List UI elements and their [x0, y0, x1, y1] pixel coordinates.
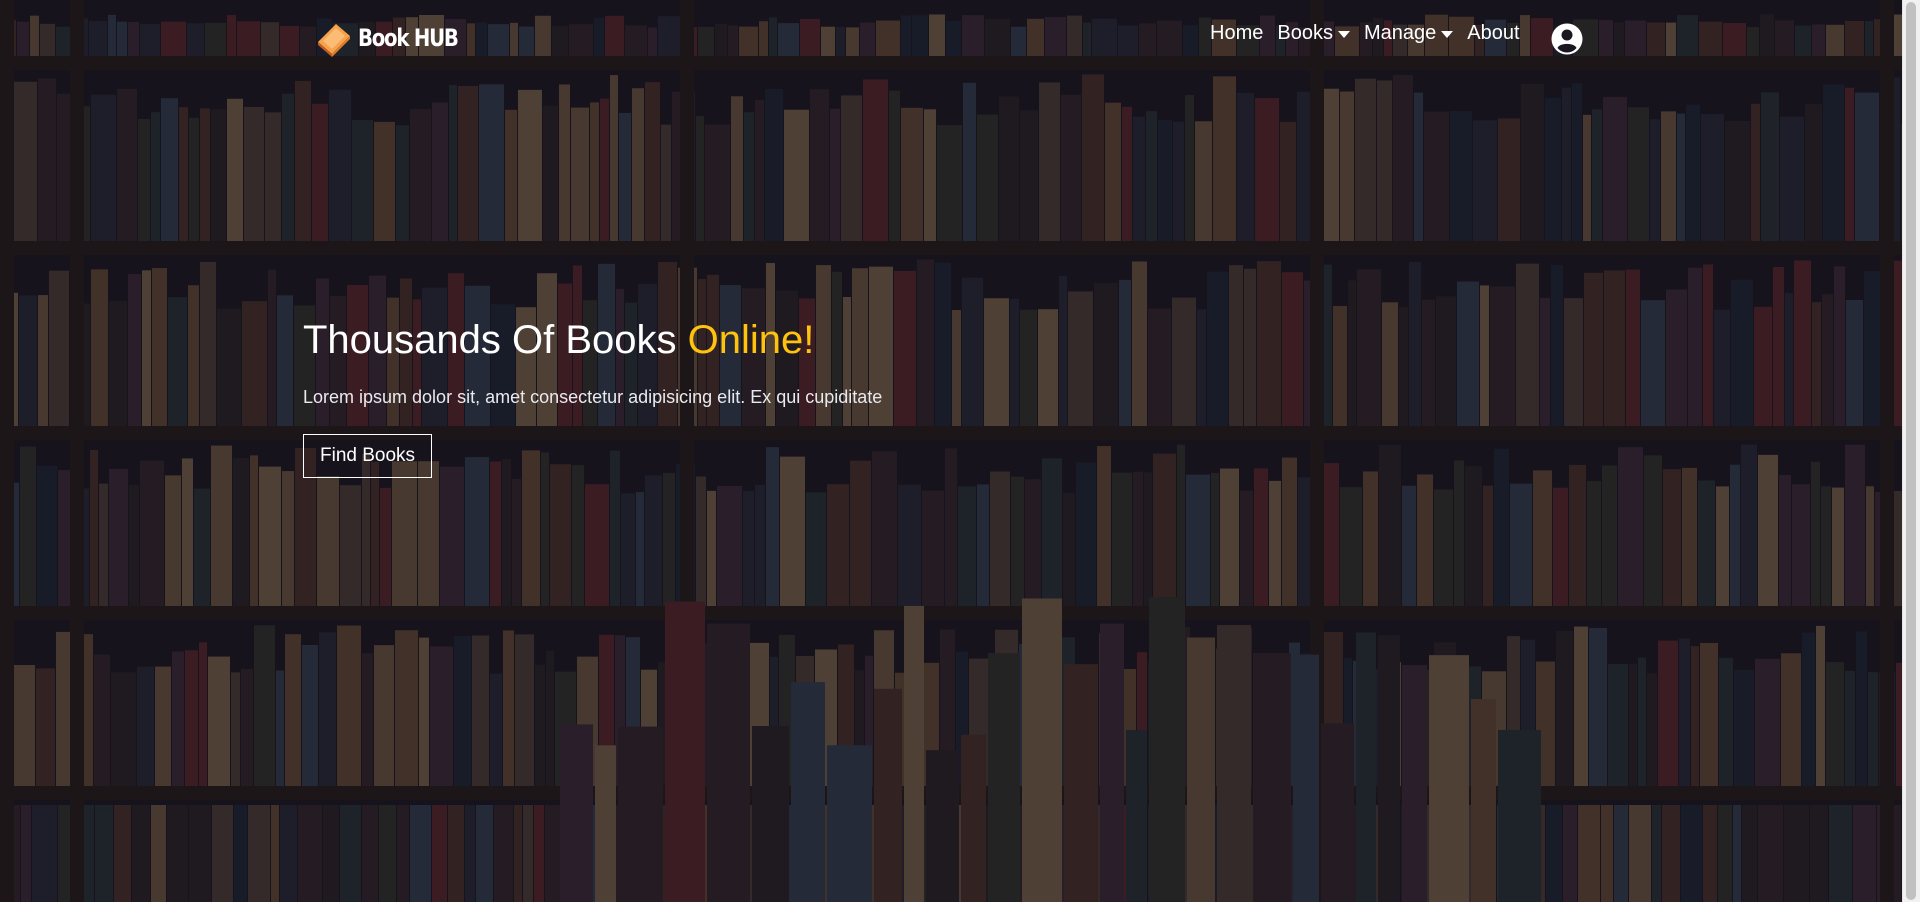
- book-logo-icon: [318, 24, 350, 57]
- caret-down-icon: [1337, 31, 1350, 38]
- page-scrollbar[interactable]: [1902, 0, 1920, 902]
- nav-about[interactable]: About: [1467, 22, 1519, 45]
- scrollbar-thumb[interactable]: [1906, 2, 1916, 900]
- nav-about-label: About: [1467, 22, 1520, 44]
- nav-books-dropdown[interactable]: Books: [1277, 22, 1350, 45]
- hero-title: Thousands Of Books Online!: [303, 318, 882, 363]
- brand-name: Book HUB: [358, 24, 459, 52]
- hero-title-main: Thousands Of Books: [303, 318, 677, 362]
- hero-title-accent: Online!: [687, 318, 815, 362]
- nav-links: Home Books Manage About: [1210, 22, 1534, 45]
- nav-home-label: Home: [1210, 22, 1264, 44]
- navbar: Book HUB Home Books Manage About: [0, 0, 1903, 80]
- nav-books-label: Books: [1277, 22, 1333, 44]
- nav-manage-dropdown[interactable]: Manage: [1363, 22, 1454, 45]
- user-circle-icon[interactable]: [1551, 23, 1583, 55]
- nav-home[interactable]: Home: [1210, 22, 1263, 45]
- hero-subtitle: Lorem ipsum dolor sit, amet consectetur …: [303, 387, 883, 407]
- caret-down-icon: [1441, 31, 1454, 38]
- brand-link[interactable]: Book HUB: [314, 18, 479, 58]
- find-books-button[interactable]: Find Books: [303, 434, 433, 478]
- hero-section: Thousands Of Books Online! Lorem ipsum d…: [303, 318, 882, 478]
- nav-manage-label: Manage: [1363, 22, 1437, 44]
- hero-overlay: [0, 0, 1903, 902]
